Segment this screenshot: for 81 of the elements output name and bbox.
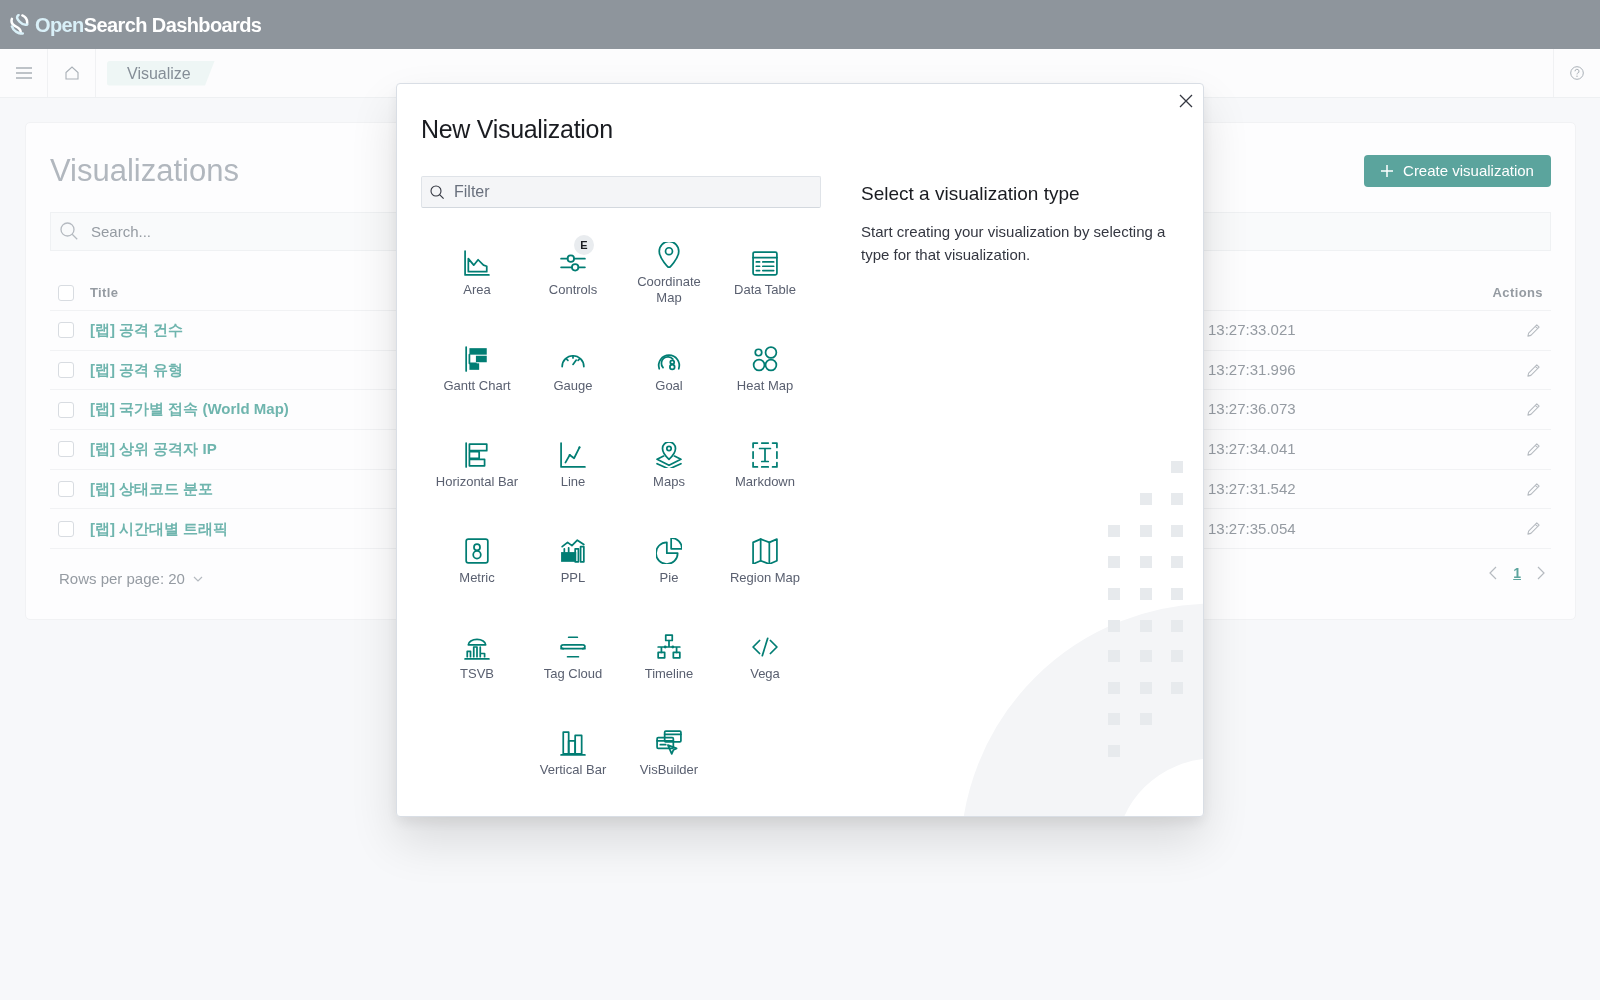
number-box-icon xyxy=(464,538,490,564)
gantt-chart-icon xyxy=(464,346,490,372)
timestamp-text: 13:27:35.054 xyxy=(1208,519,1296,537)
code-icon xyxy=(752,634,778,660)
table-icon xyxy=(752,250,778,276)
info-text: Start creating your visualization by selecting a type for that visualization. xyxy=(861,222,1167,265)
visualization-type-button[interactable]: Area xyxy=(429,226,525,322)
checkbox[interactable] xyxy=(58,481,74,498)
visualization-type-button[interactable]: Heat Map xyxy=(717,322,813,418)
help-icon xyxy=(1570,66,1584,80)
visualization-type-button[interactable]: Vertical Bar xyxy=(525,706,621,802)
search-icon xyxy=(60,222,78,240)
visualization-type-button[interactable]: Coordinate Map xyxy=(621,226,717,322)
visualization-type-button[interactable]: Pie xyxy=(621,514,717,610)
chevron-right-icon[interactable] xyxy=(1537,566,1545,581)
plus-icon xyxy=(1381,165,1394,177)
line-chart-icon xyxy=(560,442,586,468)
home-button[interactable] xyxy=(64,66,79,80)
logo-icon xyxy=(10,14,29,35)
search-icon xyxy=(430,185,444,199)
pencil-icon[interactable] xyxy=(1526,322,1541,338)
checkbox[interactable] xyxy=(58,520,74,537)
pencil-icon[interactable] xyxy=(1526,521,1541,537)
page-title: Visualizations xyxy=(50,152,239,190)
timestamp-text: 13:27:31.996 xyxy=(1208,360,1296,378)
timestamp-text: 13:27:33.021 xyxy=(1208,321,1296,339)
visualization-type-button[interactable]: Maps xyxy=(621,418,717,514)
visualization-type-button[interactable]: Gantt Chart xyxy=(429,322,525,418)
visualization-type-button[interactable]: Data Table xyxy=(717,226,813,322)
bar-chart-trend-icon xyxy=(560,538,586,564)
home-icon xyxy=(64,66,79,80)
visualization-type-button[interactable]: Timeline xyxy=(621,610,717,706)
pencil-icon[interactable] xyxy=(1526,402,1541,418)
vertical-bar-chart-icon xyxy=(560,730,586,756)
pencil-icon[interactable] xyxy=(1526,481,1541,497)
area-chart-icon xyxy=(464,250,490,276)
checkbox[interactable] xyxy=(58,362,74,379)
visualization-type-button[interactable]: Region Map xyxy=(717,514,813,610)
help-button[interactable] xyxy=(1570,66,1584,80)
visualization-type-button[interactable]: Tag Cloud xyxy=(525,610,621,706)
pencil-icon[interactable] xyxy=(1526,362,1541,378)
chevron-down-icon xyxy=(192,576,203,583)
checkbox[interactable] xyxy=(58,441,74,458)
menu-button[interactable] xyxy=(15,67,32,79)
map-pin-layers-icon xyxy=(656,442,682,468)
filter-field[interactable]: Filter xyxy=(421,176,821,208)
visualization-type-button[interactable]: Horizontal Bar xyxy=(429,418,525,514)
visualization-type-button[interactable]: TSVB xyxy=(429,610,525,706)
folded-map-icon xyxy=(752,538,778,564)
horizontal-bar-chart-icon xyxy=(464,442,490,468)
map-pin-icon xyxy=(656,242,682,268)
windows-icon xyxy=(656,730,682,756)
visualization-type-button[interactable]: Metric xyxy=(429,514,525,610)
timestamp-text: 13:27:34.041 xyxy=(1208,440,1296,458)
logo-text: OpenSearch Dashboards xyxy=(35,12,262,38)
visualization-type-button[interactable]: Gauge xyxy=(525,322,621,418)
pie-chart-icon xyxy=(656,538,682,564)
experimental-badge: E xyxy=(574,235,594,255)
checkbox[interactable] xyxy=(58,284,74,301)
visualization-type-button[interactable]: Vega xyxy=(717,610,813,706)
chevron-left-icon[interactable] xyxy=(1489,566,1498,581)
dialog-title: New Visualization xyxy=(421,114,614,145)
text-lines-icon xyxy=(560,634,586,660)
visualization-type-button[interactable]: Line xyxy=(525,418,621,514)
visualization-type-button[interactable]: VisBuilder xyxy=(621,706,717,802)
text-frame-icon xyxy=(752,442,778,468)
column-header: Actions xyxy=(1492,283,1543,302)
info-title: Select a visualization type xyxy=(861,182,1081,206)
close-button[interactable] xyxy=(1178,93,1194,109)
menu-icon xyxy=(15,67,32,79)
pencil-icon[interactable] xyxy=(1526,441,1541,457)
timestamp-text: 13:27:31.542 xyxy=(1208,479,1296,497)
circles-icon xyxy=(752,346,778,372)
flowchart-icon xyxy=(656,634,682,660)
close-icon xyxy=(1178,93,1194,109)
visualization-type-button[interactable]: PPL xyxy=(525,514,621,610)
visualization-type-button[interactable]: Goal xyxy=(621,322,717,418)
checkbox[interactable] xyxy=(58,322,74,339)
checkbox[interactable] xyxy=(58,401,74,418)
timestamp-text: 13:27:36.073 xyxy=(1208,400,1296,418)
visualization-type-button[interactable]: Markdown xyxy=(717,418,813,514)
